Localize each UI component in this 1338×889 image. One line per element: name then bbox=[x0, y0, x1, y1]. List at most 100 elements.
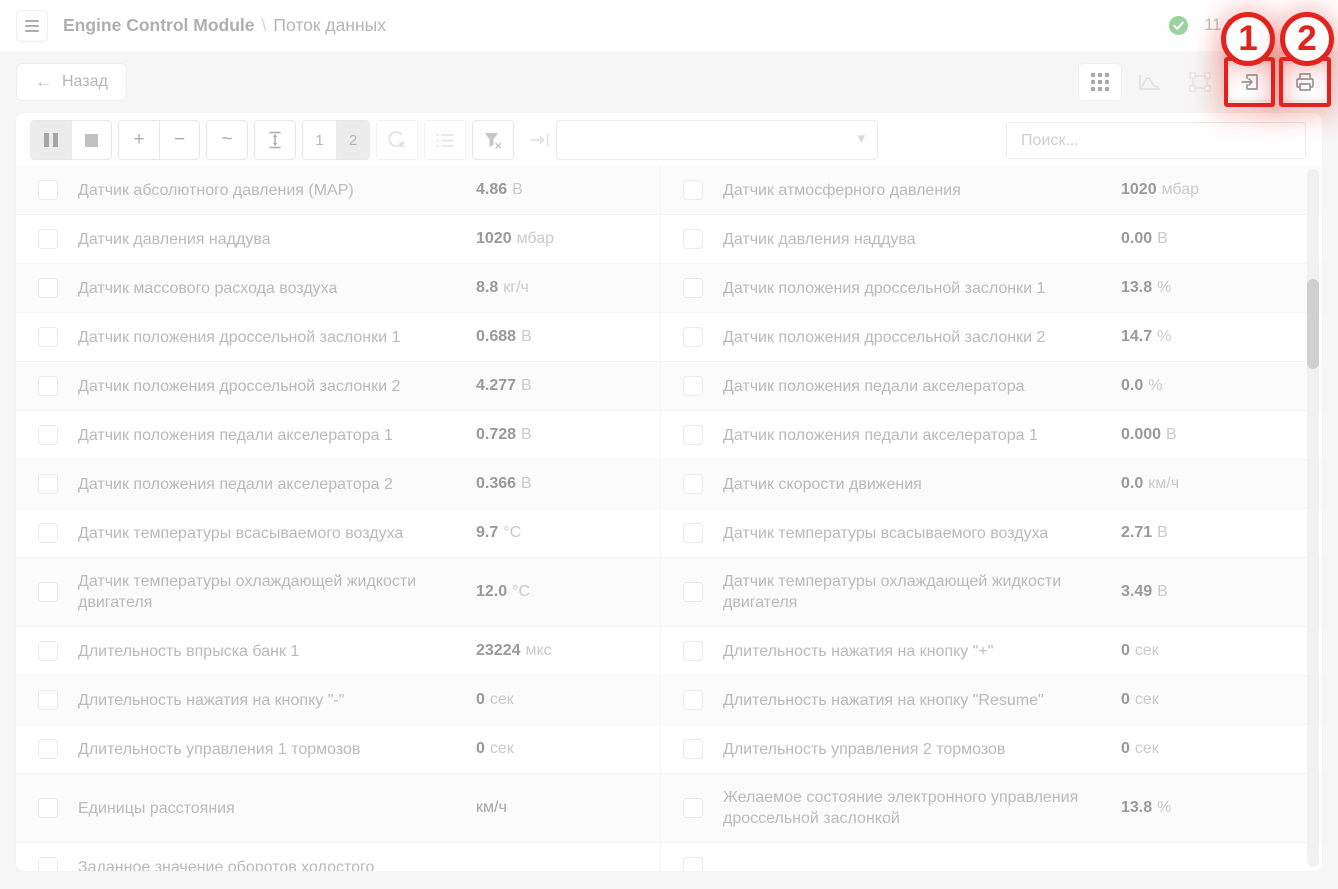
row-checkbox[interactable] bbox=[683, 474, 703, 494]
pause-icon bbox=[44, 133, 58, 147]
row-checkbox[interactable] bbox=[683, 278, 703, 298]
table-row: Датчик положения дроссельной заслонки 1 0… bbox=[16, 313, 1322, 362]
row-checkbox[interactable] bbox=[683, 180, 703, 200]
one-column-button[interactable]: 1 bbox=[303, 121, 336, 159]
scrollbar-thumb[interactable] bbox=[1307, 279, 1319, 369]
row-checkbox[interactable] bbox=[683, 739, 703, 759]
select-list-button[interactable] bbox=[425, 121, 465, 159]
filter-icon bbox=[485, 132, 502, 149]
clear-selection-button[interactable] bbox=[377, 121, 417, 159]
row-checkbox[interactable] bbox=[683, 229, 703, 249]
row-checkbox[interactable] bbox=[38, 690, 58, 710]
parameter-value: 0 сек bbox=[1121, 691, 1159, 708]
table-row: Датчик положения педали акселератора 2 0.… bbox=[16, 460, 1322, 509]
zoom-in-button[interactable]: + bbox=[119, 121, 159, 159]
grid-icon bbox=[1091, 73, 1109, 91]
parameter-name: Датчик температуры всасываемого воздуха bbox=[723, 524, 1049, 542]
row-checkbox[interactable] bbox=[38, 474, 58, 494]
row-checkbox[interactable] bbox=[38, 798, 58, 818]
parameter-unit: мбар bbox=[1161, 181, 1200, 198]
parameter-name: Датчик давления наддува bbox=[723, 230, 916, 248]
row-checkbox[interactable] bbox=[38, 739, 58, 759]
row-checkbox[interactable] bbox=[683, 690, 703, 710]
parameter-unit: % bbox=[1157, 799, 1172, 816]
row-checkbox[interactable] bbox=[683, 523, 703, 543]
row-checkbox[interactable] bbox=[38, 229, 58, 249]
jump-to-end-button[interactable] bbox=[520, 120, 560, 160]
parameter-cell: Датчик положения педали акселератора 1 0.… bbox=[661, 411, 1306, 459]
two-columns-button[interactable]: 2 bbox=[336, 121, 369, 159]
connection-ok-icon bbox=[1169, 16, 1188, 35]
pause-button[interactable] bbox=[31, 121, 71, 159]
filter-clear-button[interactable] bbox=[473, 121, 513, 159]
parameter-name: Длительность управления 2 тормозов bbox=[723, 740, 1006, 758]
screenshot-select-button[interactable] bbox=[1178, 63, 1222, 101]
search-input[interactable] bbox=[1006, 122, 1306, 159]
parameter-name: Датчик положения дроссельной заслонки 1 bbox=[78, 328, 401, 346]
row-checkbox[interactable] bbox=[38, 278, 58, 298]
parameter-name: Длительность нажатия на кнопку "Resume" bbox=[723, 691, 1044, 709]
back-button[interactable]: ← Назад bbox=[16, 63, 127, 101]
parameter-name: Датчик температуры охлаждающей жидкости … bbox=[723, 573, 1062, 611]
row-checkbox[interactable] bbox=[683, 798, 703, 818]
parameter-value: 1020 мбар bbox=[1121, 181, 1200, 198]
parameter-unit: В bbox=[512, 181, 523, 198]
row-checkbox[interactable] bbox=[683, 582, 703, 602]
scrollbar-track[interactable] bbox=[1307, 169, 1319, 867]
arrow-to-bar-icon bbox=[530, 133, 549, 147]
breadcrumb-separator: \ bbox=[261, 15, 267, 35]
page-name: Поток данных bbox=[273, 15, 386, 35]
parameter-cell: Заданное значение оборотов холостого bbox=[16, 843, 661, 871]
smooth-curve-button[interactable]: ~ bbox=[207, 121, 247, 159]
parameter-name: Заданное значение оборотов холостого bbox=[78, 858, 375, 872]
parameter-cell: Длительность управления 1 тормозов 0 сек bbox=[16, 725, 661, 773]
row-checkbox[interactable] bbox=[38, 582, 58, 602]
parameter-unit: °C bbox=[503, 524, 522, 541]
chart-view-button[interactable] bbox=[1128, 63, 1172, 101]
row-checkbox[interactable] bbox=[38, 425, 58, 445]
row-checkbox[interactable] bbox=[683, 327, 703, 347]
hamburger-menu-button[interactable] bbox=[16, 10, 48, 42]
parameter-name: Датчик положения дроссельной заслонки 2 bbox=[723, 328, 1046, 346]
group-select-dropdown[interactable]: ▾ bbox=[556, 120, 878, 160]
row-checkbox[interactable] bbox=[683, 857, 703, 871]
row-checkbox[interactable] bbox=[38, 641, 58, 661]
parameter-unit: В bbox=[1157, 524, 1168, 541]
row-checkbox[interactable] bbox=[683, 376, 703, 396]
refresh-clear-icon bbox=[388, 131, 405, 148]
grid-view-button[interactable] bbox=[1078, 63, 1122, 101]
parameter-unit: В bbox=[521, 426, 532, 443]
fit-height-button[interactable] bbox=[255, 121, 295, 159]
scale-group bbox=[254, 120, 296, 160]
parameter-unit: сек bbox=[489, 740, 514, 757]
row-checkbox[interactable] bbox=[38, 376, 58, 396]
secondary-nav-bar: ← Назад bbox=[0, 51, 1338, 113]
parameter-value: 0.000 В bbox=[1121, 426, 1177, 443]
parameter-value: 1020 мбар bbox=[476, 230, 555, 247]
table-row: Датчик положения педали акселератора 1 0.… bbox=[16, 411, 1322, 460]
parameter-cell: Датчик давления наддува 0.00 В bbox=[661, 215, 1306, 263]
parameter-value: 2.71 В bbox=[1121, 524, 1168, 541]
back-button-label: Назад bbox=[62, 73, 108, 90]
row-checkbox[interactable] bbox=[38, 180, 58, 200]
row-checkbox[interactable] bbox=[38, 857, 58, 871]
table-row: Датчик температуры всасываемого воздуха 9… bbox=[16, 509, 1322, 558]
parameter-unit: кг/ч bbox=[503, 279, 529, 296]
parameter-value: 0.366 В bbox=[476, 475, 532, 492]
row-checkbox[interactable] bbox=[38, 523, 58, 543]
diagnostic-app: Engine Control Module \ Поток данных 11.… bbox=[0, 0, 1338, 889]
row-checkbox[interactable] bbox=[38, 327, 58, 347]
fit-height-icon bbox=[269, 131, 281, 149]
row-checkbox[interactable] bbox=[683, 641, 703, 661]
parameter-name: Датчик положения педали акселератора bbox=[723, 377, 1025, 395]
table-row: Длительность управления 1 тормозов 0 сек Дл… bbox=[16, 725, 1322, 774]
parameter-name: Датчик положения дроссельной заслонки 2 bbox=[78, 377, 401, 395]
parameter-unit: сек bbox=[489, 691, 514, 708]
parameter-cell: Датчик положения дроссельной заслонки 1 0… bbox=[16, 313, 661, 361]
annotation-badge-2: 2 bbox=[1280, 12, 1334, 66]
parameter-cell: Желаемое состояние электронного управлен… bbox=[661, 774, 1306, 842]
table-row: Датчик положения дроссельной заслонки 2 4… bbox=[16, 362, 1322, 411]
zoom-out-button[interactable]: − bbox=[159, 121, 199, 159]
row-checkbox[interactable] bbox=[683, 425, 703, 445]
stop-button[interactable] bbox=[71, 121, 111, 159]
